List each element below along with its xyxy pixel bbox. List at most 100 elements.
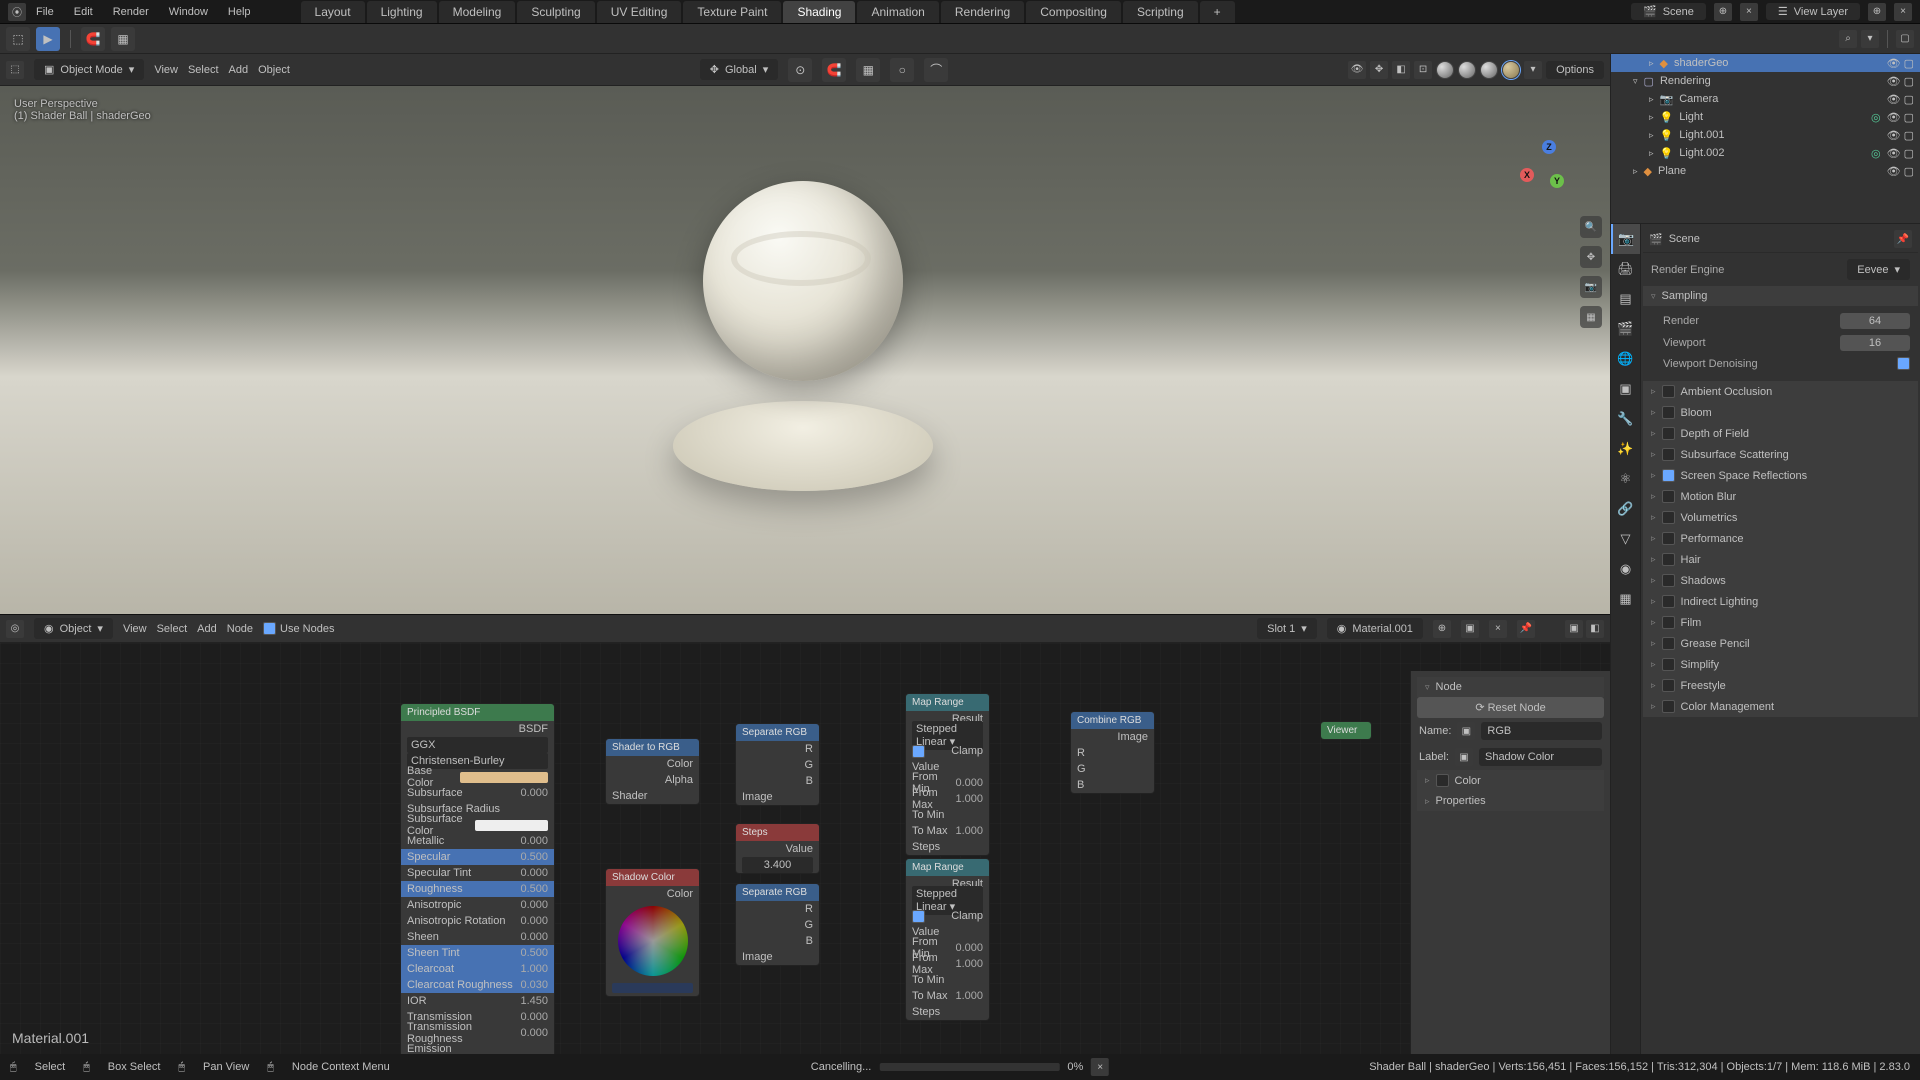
- proportional-falloff-icon[interactable]: ⌒: [924, 58, 948, 82]
- reset-node-button[interactable]: ⟳ Reset Node: [1417, 697, 1604, 718]
- base-color-swatch[interactable]: [460, 772, 548, 783]
- disclosure-icon[interactable]: [1649, 93, 1654, 105]
- disclosure-icon[interactable]: [1633, 75, 1638, 87]
- panel-checkbox[interactable]: [1662, 637, 1675, 650]
- ns-properties-header[interactable]: Properties: [1417, 791, 1604, 811]
- tab-animation[interactable]: Animation: [857, 1, 938, 23]
- shading-matprev-icon[interactable]: [1480, 61, 1498, 79]
- vp-menu-view[interactable]: View: [154, 64, 178, 76]
- panel-checkbox[interactable]: [1662, 469, 1675, 482]
- hide-icon[interactable]: 👁: [1887, 93, 1901, 106]
- mat-new-icon[interactable]: ⊕: [1433, 620, 1451, 638]
- vp-menu-object[interactable]: Object: [258, 64, 290, 76]
- panel-simplify[interactable]: Simplify: [1643, 654, 1918, 675]
- viewlayer-new-icon[interactable]: ⊕: [1868, 3, 1886, 21]
- principled-row-transmission-roughness[interactable]: Transmission Roughness0.000: [401, 1025, 554, 1041]
- disable-icon[interactable]: ▢: [1904, 75, 1914, 88]
- color-value-slider[interactable]: [612, 983, 693, 993]
- ptab-modifiers[interactable]: 🔧: [1611, 404, 1640, 434]
- panel-motion-blur[interactable]: Motion Blur: [1643, 486, 1918, 507]
- panel-grease-pencil[interactable]: Grease Pencil: [1643, 633, 1918, 654]
- mat-copy-icon[interactable]: ▣: [1461, 620, 1479, 638]
- panel-depth-of-field[interactable]: Depth of Field: [1643, 423, 1918, 444]
- use-nodes-toggle[interactable]: Use Nodes: [263, 622, 334, 635]
- panel-checkbox[interactable]: [1662, 595, 1675, 608]
- panel-checkbox[interactable]: [1662, 427, 1675, 440]
- snap-icon[interactable]: 🧲: [81, 27, 105, 51]
- panel-checkbox[interactable]: [1662, 679, 1675, 692]
- panel-checkbox[interactable]: [1662, 616, 1675, 629]
- principled-row-roughness[interactable]: Roughness0.500: [401, 881, 554, 897]
- panel-freestyle[interactable]: Freestyle: [1643, 675, 1918, 696]
- ne-menu-select[interactable]: Select: [157, 623, 188, 635]
- node-overlay-icon[interactable]: ◧: [1586, 620, 1604, 638]
- menu-render[interactable]: Render: [103, 6, 159, 18]
- tab-rendering[interactable]: Rendering: [941, 1, 1024, 23]
- menu-file[interactable]: File: [26, 6, 64, 18]
- camera-view-icon[interactable]: 📷: [1580, 276, 1602, 298]
- panel-ambient-occlusion[interactable]: Ambient Occlusion: [1643, 381, 1918, 402]
- panel-bloom[interactable]: Bloom: [1643, 402, 1918, 423]
- axis-x-icon[interactable]: X: [1520, 168, 1534, 182]
- scene-del-icon[interactable]: ×: [1740, 3, 1758, 21]
- panel-color-management[interactable]: Color Management: [1643, 696, 1918, 717]
- maprange-row-to-max[interactable]: To Max1.000: [906, 823, 989, 839]
- node-shader-type[interactable]: ◉ Object ▾: [34, 618, 113, 639]
- color-checkbox[interactable]: [1436, 774, 1449, 787]
- clamp-checkbox[interactable]: [912, 910, 925, 923]
- filter-opts-icon[interactable]: ▾: [1861, 30, 1879, 48]
- persp-toggle-icon[interactable]: ▦: [1580, 306, 1602, 328]
- shading-rendered-icon[interactable]: [1502, 61, 1520, 79]
- new-collection-icon[interactable]: ▢: [1896, 30, 1914, 48]
- ns-node-header[interactable]: Node: [1417, 677, 1604, 697]
- disclosure-icon[interactable]: [1649, 57, 1654, 69]
- axis-z-icon[interactable]: Z: [1542, 140, 1556, 154]
- tool-select-icon[interactable]: ▶: [36, 27, 60, 51]
- ptab-object[interactable]: ▣: [1611, 374, 1640, 404]
- name-input[interactable]: RGB: [1481, 722, 1602, 740]
- principled-row-subsurface-color[interactable]: Subsurface Color: [401, 817, 554, 833]
- zoom-icon[interactable]: 🔍: [1580, 216, 1602, 238]
- pin-icon[interactable]: 📌: [1894, 230, 1912, 248]
- menu-help[interactable]: Help: [218, 6, 261, 18]
- principled-row-clearcoat-roughness[interactable]: Clearcoat Roughness0.030: [401, 977, 554, 993]
- ptab-physics[interactable]: ⚛: [1611, 464, 1640, 494]
- viewlayer-selector[interactable]: ☰ View Layer: [1766, 3, 1860, 20]
- ptab-render[interactable]: 📷: [1611, 224, 1640, 254]
- tab-texturepaint[interactable]: Texture Paint: [683, 1, 781, 23]
- ptab-output[interactable]: 🖨: [1611, 254, 1640, 284]
- node-shader-to-rgb[interactable]: Shader to RGB Color Alpha Shader: [605, 738, 700, 805]
- disable-icon[interactable]: ▢: [1904, 147, 1914, 160]
- steps-value[interactable]: 3.400: [742, 857, 813, 873]
- outliner-item-rendering[interactable]: ▢ Rendering 👁 ▢: [1611, 72, 1920, 90]
- maprange-row-stepped-linear[interactable]: Stepped Linear ▾: [906, 892, 989, 908]
- node-map-range-b[interactable]: Map Range Result Stepped Linear ▾ClampVa…: [905, 858, 990, 1021]
- panel-checkbox[interactable]: [1662, 532, 1675, 545]
- hide-icon[interactable]: 👁: [1887, 165, 1901, 178]
- panel-checkbox[interactable]: [1662, 700, 1675, 713]
- use-nodes-checkbox[interactable]: [263, 622, 276, 635]
- panel-sampling[interactable]: Sampling: [1643, 286, 1918, 306]
- shading-solid-icon[interactable]: [1458, 61, 1476, 79]
- dist-field[interactable]: GGX: [407, 737, 548, 753]
- node-backdrop-icon[interactable]: ▣: [1565, 620, 1583, 638]
- panel-volumetrics[interactable]: Volumetrics: [1643, 507, 1918, 528]
- tool-cursor-icon[interactable]: ⬚: [6, 27, 30, 51]
- ptab-constraints[interactable]: 🔗: [1611, 494, 1640, 524]
- node-combine-rgb[interactable]: Combine RGB Image R G B: [1070, 711, 1155, 794]
- hide-icon[interactable]: 👁: [1887, 75, 1901, 88]
- panel-hair[interactable]: Hair: [1643, 549, 1918, 570]
- xray-icon[interactable]: ⊡: [1414, 61, 1432, 79]
- maprange-row-from-max[interactable]: From Max1.000: [906, 956, 989, 972]
- outliner-item-light-001[interactable]: 💡 Light.001 👁 ▢: [1611, 126, 1920, 144]
- sss-color-swatch[interactable]: [475, 820, 548, 831]
- ptab-viewlayer[interactable]: ▤: [1611, 284, 1640, 314]
- gizmo-icon[interactable]: ✥: [1370, 61, 1388, 79]
- outliner-item-camera[interactable]: 📷 Camera 👁 ▢: [1611, 90, 1920, 108]
- disable-icon[interactable]: ▢: [1904, 111, 1914, 124]
- viewlayer-del-icon[interactable]: ×: [1894, 3, 1912, 21]
- principled-row-anisotropic-rotation[interactable]: Anisotropic Rotation0.000: [401, 913, 554, 929]
- orientation-dropdown[interactable]: ✥ Global ▾: [700, 59, 779, 80]
- maprange-row-to-max[interactable]: To Max1.000: [906, 988, 989, 1004]
- disclosure-icon[interactable]: [1649, 129, 1654, 141]
